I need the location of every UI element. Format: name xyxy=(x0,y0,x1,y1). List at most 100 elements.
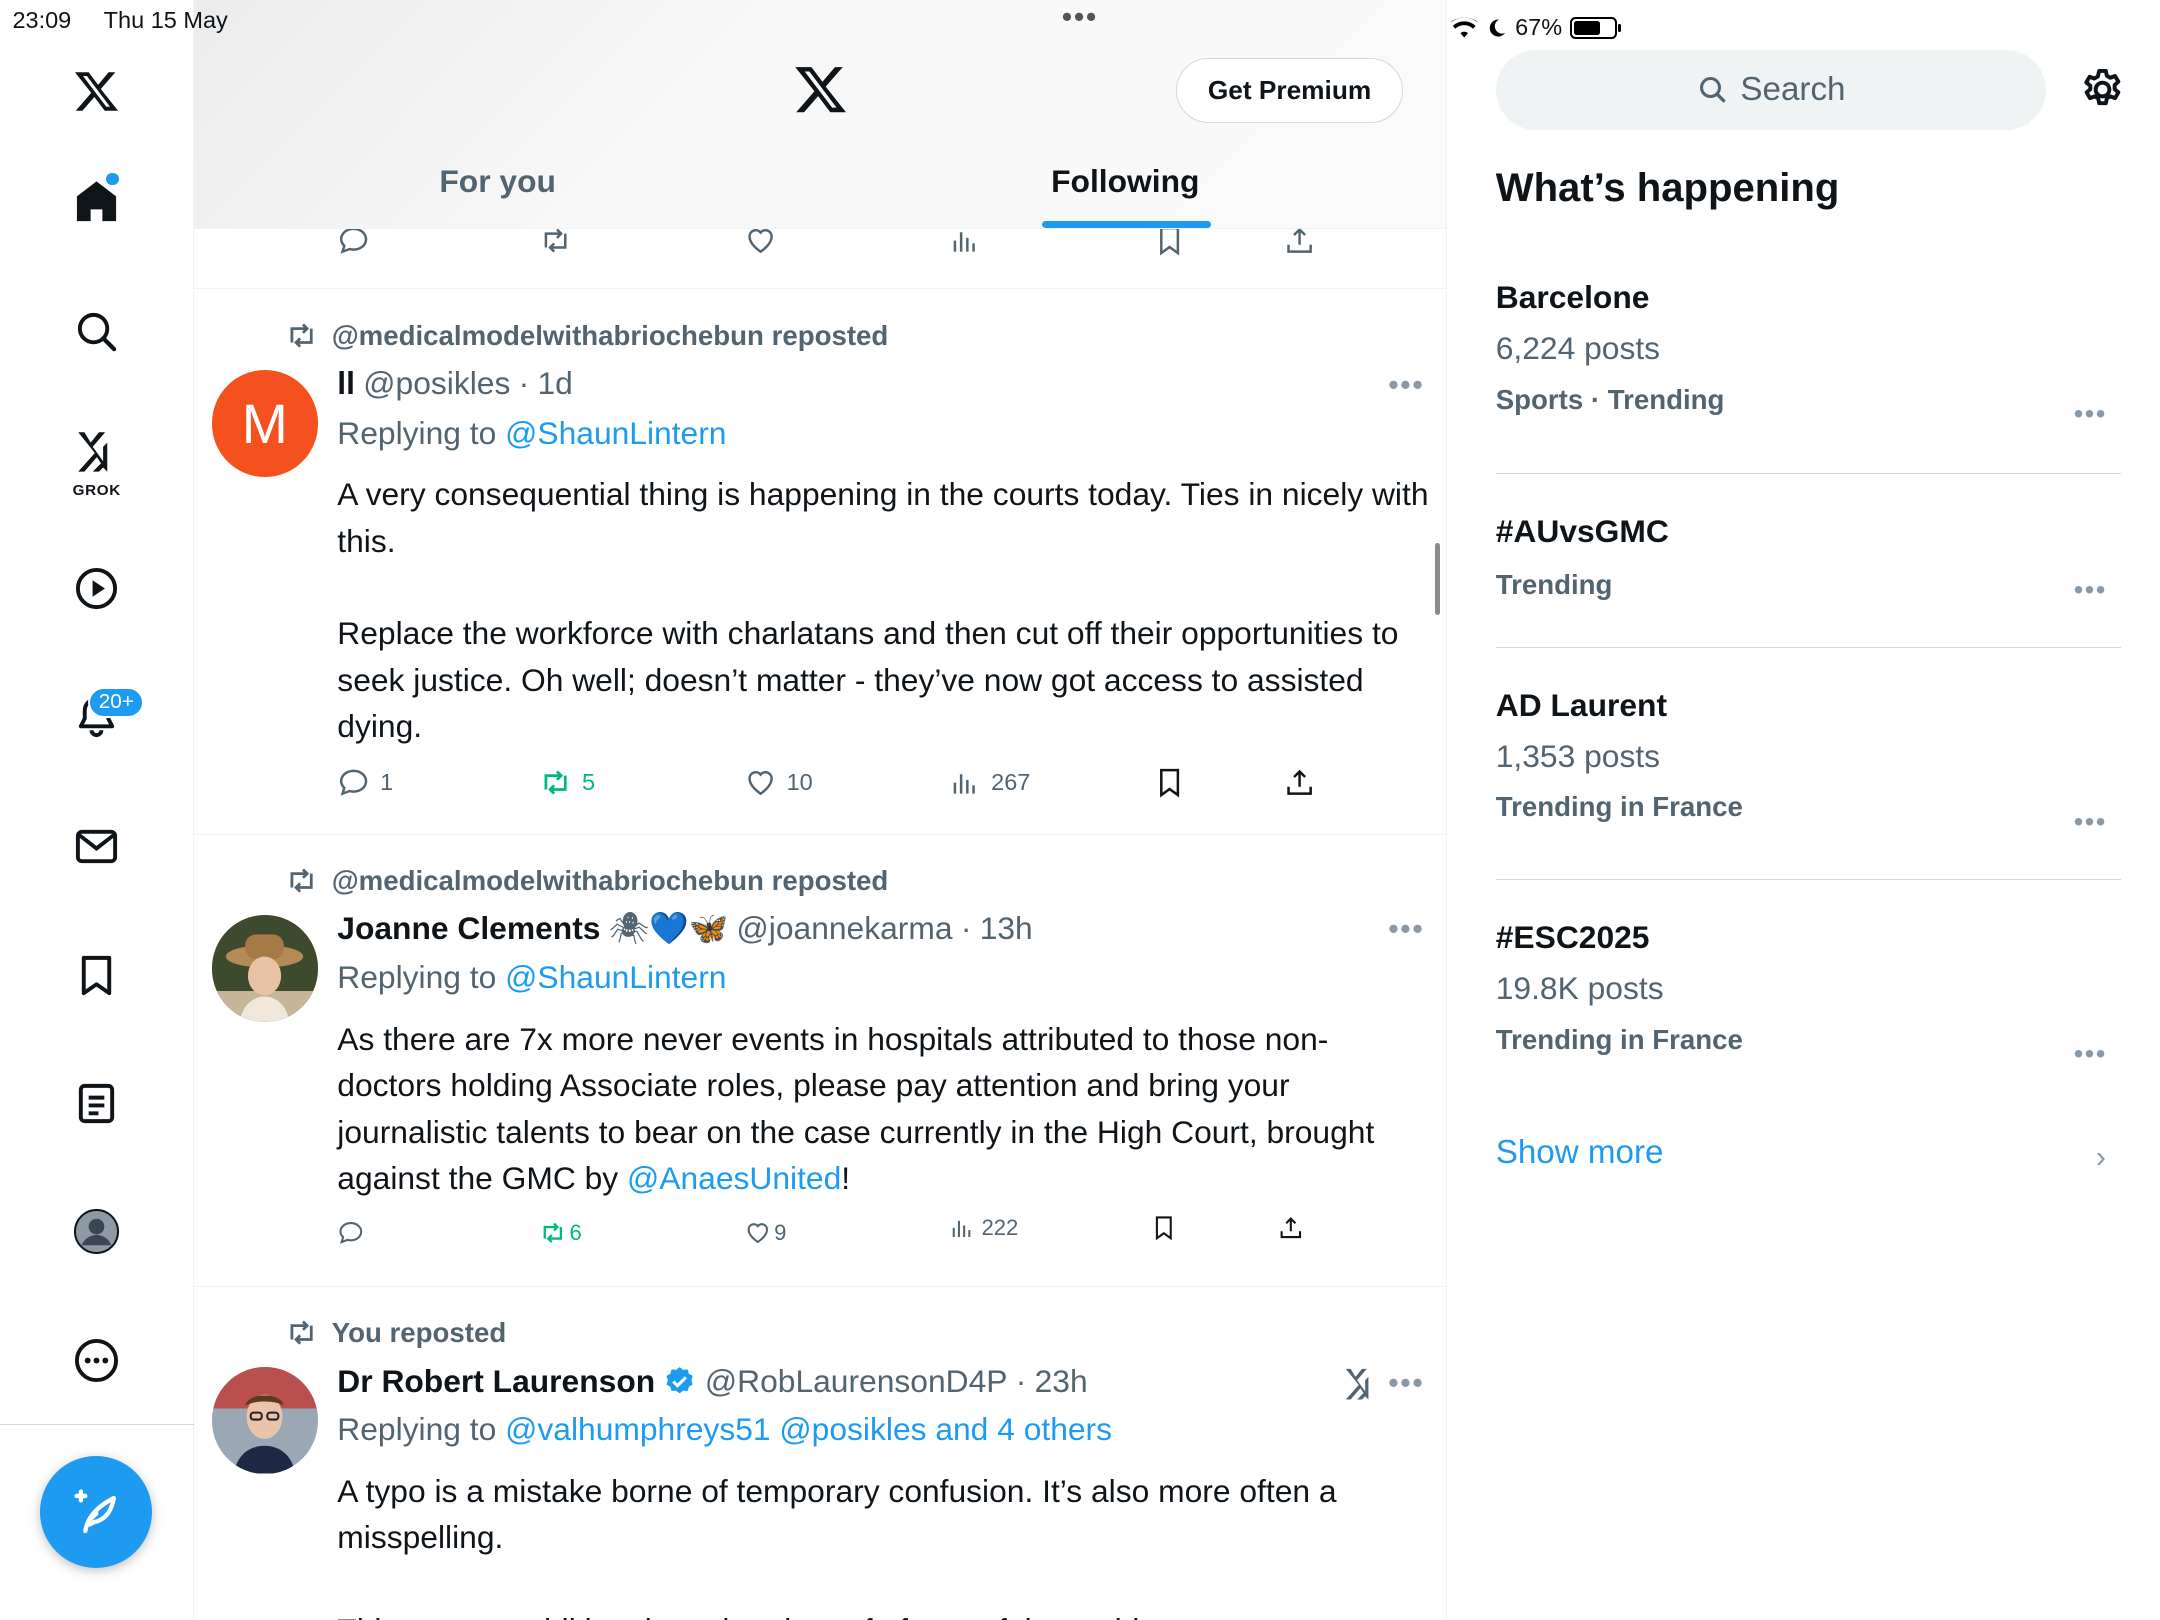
sidebar-item-more[interactable] xyxy=(55,1319,138,1402)
grok-icon[interactable] xyxy=(1341,1364,1380,1403)
share-button[interactable] xyxy=(1283,766,1316,799)
repost-icon xyxy=(543,1223,563,1244)
share-button[interactable] xyxy=(1277,1214,1305,1242)
get-premium-button[interactable]: Get Premium xyxy=(1176,58,1403,124)
sidebar-item-video[interactable] xyxy=(55,547,138,630)
reply-count: 1 xyxy=(380,768,394,795)
trend-context: Trending in France xyxy=(1495,1023,1743,1055)
replying-label: Replying to xyxy=(337,414,497,451)
tab-for-you[interactable]: For you xyxy=(415,163,581,200)
reply-button[interactable]: 1 xyxy=(337,766,393,799)
reposted-by: You reposted xyxy=(331,1316,507,1348)
heart-icon xyxy=(747,1223,768,1244)
reply-button[interactable] xyxy=(337,1219,365,1247)
trend-item[interactable]: #AUvsGMC Trending ••• xyxy=(1495,512,2121,605)
repost-count: 5 xyxy=(581,768,596,795)
replying-label: Replying to xyxy=(337,1411,497,1448)
tab-following[interactable]: Following xyxy=(1029,163,1223,200)
author-handle[interactable]: @RobLaurensonD4P xyxy=(705,1363,1008,1400)
post-divider xyxy=(193,287,1447,289)
mention-link[interactable]: @AnaesUnited xyxy=(627,1160,841,1196)
repost-context: @medicalmodelwithabriochebun reposted xyxy=(285,864,888,897)
trend-title: AD Laurent xyxy=(1495,687,1668,724)
trend-context: Sports · Trending xyxy=(1495,383,1725,415)
sidebar-item-messages[interactable] xyxy=(55,805,138,888)
trend-context: Trending xyxy=(1495,569,1613,601)
post-time[interactable]: 13h xyxy=(980,910,1033,947)
author-name[interactable]: Dr Robert Laurenson xyxy=(337,1363,655,1400)
x-logo-center-icon[interactable] xyxy=(793,62,848,117)
list-icon xyxy=(79,1083,115,1123)
avatar[interactable] xyxy=(211,915,318,1022)
post-time[interactable]: 23h xyxy=(1035,1363,1088,1400)
whats-happening-heading: What’s happening xyxy=(1495,165,1840,210)
trend-posts: 1,353 posts xyxy=(1495,737,1661,774)
gear-icon[interactable] xyxy=(2079,66,2126,113)
avatar[interactable]: M xyxy=(211,370,318,477)
bookmark-button[interactable] xyxy=(1153,766,1186,799)
trend-more-icon[interactable]: ••• xyxy=(2074,806,2107,838)
trend-item[interactable]: AD Laurent 1,353 posts Trending in Franc… xyxy=(1495,687,2121,837)
trend-more-icon[interactable]: ••• xyxy=(2074,574,2107,606)
like-button[interactable]: 9 xyxy=(744,1219,786,1247)
repost-button[interactable]: 6 xyxy=(539,1219,582,1247)
post-header: Joanne Clements 🕷💙🦋 @joannekarma · 13h xyxy=(337,909,1033,947)
trend-more-icon[interactable]: ••• xyxy=(2074,1038,2107,1070)
status-bar: 23:09 Thu 15 May ••• 67% xyxy=(0,0,2160,41)
show-more-link[interactable]: Show more xyxy=(1496,1134,1664,1172)
author-handle[interactable]: @joannekarma xyxy=(737,910,953,947)
sidebar-item-grok[interactable]: GROK xyxy=(58,426,135,499)
post-divider xyxy=(193,833,1447,835)
author-name[interactable]: Joanne Clements xyxy=(337,910,600,947)
like-button[interactable]: 10 xyxy=(744,766,813,799)
views-button[interactable]: 267 xyxy=(948,766,1030,799)
home-icon xyxy=(77,181,117,222)
trend-title: Barcelone xyxy=(1495,279,1650,316)
name-emoji: 🕷💙🦋 xyxy=(608,909,729,946)
post-more-icon[interactable]: ••• xyxy=(1388,368,1424,403)
sidebar-item-bookmarks[interactable] xyxy=(55,935,138,1018)
post-text-paragraph: A very consequential thing is happening … xyxy=(337,476,1429,559)
avatar-letter: M xyxy=(241,392,288,455)
search-input[interactable]: Search xyxy=(1495,49,2046,130)
reply-icon xyxy=(340,769,368,796)
trend-more-icon[interactable]: ••• xyxy=(2074,398,2107,430)
bookmark-button[interactable] xyxy=(1150,1214,1178,1242)
sidebar-item-explore[interactable] xyxy=(55,290,138,373)
post-text: A very consequential thing is happening … xyxy=(337,471,1429,749)
chevron-right-icon[interactable]: › xyxy=(2096,1140,2106,1175)
bookmark-icon xyxy=(1159,768,1180,798)
repost-icon xyxy=(290,323,313,348)
post-more-icon[interactable]: ••• xyxy=(1388,912,1424,947)
replying-label: Replying to xyxy=(337,959,497,996)
sidebar-item-home[interactable] xyxy=(55,160,138,243)
trend-item[interactable]: Barcelone 6,224 posts Sports · Trending … xyxy=(1495,279,2121,429)
replying-to-link[interactable]: @ShaunLintern xyxy=(505,959,726,995)
post-time[interactable]: 1d xyxy=(538,365,573,402)
repost-button[interactable]: 5 xyxy=(539,766,595,799)
right-sidebar: Search What’s happening Barcelone 6,224 … xyxy=(1449,0,2160,1620)
replying-to-link[interactable]: @ShaunLintern xyxy=(505,415,726,451)
post-text-paragraph: Replace the workforce with charlatans an… xyxy=(337,615,1399,744)
replying-to-link[interactable]: @valhumphreys51 @posikles and 4 others xyxy=(505,1411,1112,1447)
author-name[interactable]: ll xyxy=(337,365,355,402)
multitask-dots-icon[interactable]: ••• xyxy=(1062,0,1098,35)
post-more-icon[interactable]: ••• xyxy=(1388,1366,1424,1401)
view-count: 222 xyxy=(981,1214,1019,1240)
compose-post-button[interactable] xyxy=(40,1455,153,1568)
post-text: A typo is a mistake borne of temporary c… xyxy=(337,1468,1429,1620)
repost-count: 6 xyxy=(569,1220,582,1246)
sidebar-item-lists[interactable] xyxy=(55,1062,138,1145)
trend-posts: 19.8K posts xyxy=(1495,970,1664,1007)
trend-item[interactable]: #ESC2025 19.8K posts Trending in France … xyxy=(1495,919,2121,1069)
views-button[interactable]: 222 xyxy=(948,1214,1018,1242)
bookmark-icon xyxy=(1156,1216,1172,1240)
avatar[interactable] xyxy=(211,1367,318,1474)
trend-title: #AUvsGMC xyxy=(1495,512,1669,549)
home-notification-dot xyxy=(106,172,119,186)
x-logo-icon[interactable] xyxy=(55,50,138,133)
author-handle[interactable]: @posikles xyxy=(363,365,510,402)
scrollbar[interactable] xyxy=(1434,543,1441,616)
trend-title: #ESC2025 xyxy=(1495,919,1650,956)
sidebar-item-profile[interactable] xyxy=(55,1190,138,1273)
